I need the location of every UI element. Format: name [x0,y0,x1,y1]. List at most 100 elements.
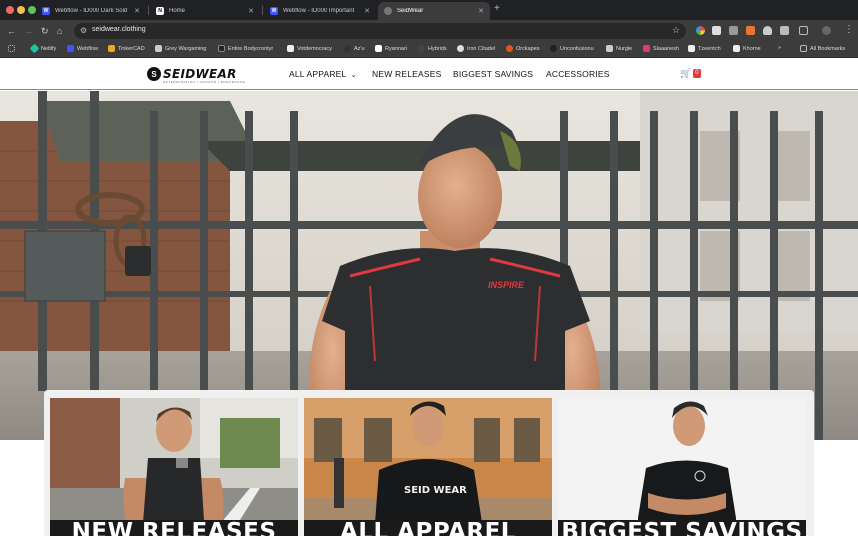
folder-icon [800,45,807,52]
bookmark-icon [606,45,613,52]
nav-biggest-savings[interactable]: BIGGEST SAVINGS [453,69,533,79]
webflow-icon [67,45,74,52]
hero-image: INSPIRE [0,91,858,440]
nav-new-releases[interactable]: NEW RELEASES [372,69,441,79]
webflow-icon: W [42,7,50,15]
bookmark-item[interactable]: Grey Wargaming [155,45,206,52]
extension-icon[interactable] [696,26,705,35]
category-card-all-apparel[interactable]: SEID WEAR ALL APPAREL [304,398,552,536]
back-arrow-icon[interactable]: ← [7,25,16,37]
extension-icon[interactable] [763,26,772,35]
address-bar[interactable]: ⚙ seidwear.clothing ☆ [74,23,686,39]
browser-tab-strip: W Webflow - ID000 Dark Sold ✕ N Home ✕ W… [0,0,858,20]
tinkercad-icon [108,45,115,52]
webflow-icon: W [270,7,278,15]
notion-icon: N [156,7,164,15]
bookmark-icon [287,45,294,52]
bookmark-item[interactable]: Unconfusionu [550,45,594,52]
site-settings-icon[interactable]: ⚙ [80,26,87,35]
bookmark-icon [418,45,425,52]
all-apparel-card-image: SEID WEAR [304,398,552,536]
logo-mark-icon: S [147,67,161,81]
bookmark-item[interactable]: Az'u [344,45,365,52]
hoodie-print-text: SEID WEAR [404,485,467,496]
tab-close-icon[interactable]: ✕ [134,7,140,15]
profile-icon[interactable] [822,26,831,35]
browser-tab[interactable]: W Webflow - ID000 Important ✕ [264,2,376,20]
tab-title: Home [169,8,186,14]
tab-title: Webflow - ID000 Important [283,8,355,14]
logo-tagline: DETERMINATION | HONOUR | ENDURANCE [163,80,246,84]
tab-title: SeidWear [397,8,424,14]
extension-icon[interactable] [746,26,755,35]
netlify-icon [29,43,40,54]
bookmark-item[interactable]: Entire Bodycrontyr [218,45,273,52]
forward-arrow-icon[interactable]: → [24,25,33,37]
bookmark-icon [218,45,225,52]
bookmark-icon [344,45,351,52]
bookmark-item[interactable]: Ryannari [375,45,407,52]
cart-button[interactable]: 🛒 0 [680,68,701,79]
bookmark-icon [375,45,382,52]
window-maximize-button[interactable] [28,6,36,14]
window-close-button[interactable] [6,6,14,14]
bookmark-item[interactable]: Votdemocracy [287,45,332,52]
bookmark-icon [550,45,557,52]
category-card-new-releases[interactable]: NEW RELEASES [50,398,298,536]
bookmark-icon [506,45,513,52]
logo-wordmark: SEIDWEAR [163,67,237,81]
bookmark-icon [155,45,162,52]
bookmark-icon [643,45,650,52]
bookmark-item[interactable]: Nurgle [606,45,632,52]
category-card-label: BIGGEST SAVINGS [558,520,806,536]
bookmark-item[interactable]: Netlify [29,43,56,54]
bookmarks-overflow-chevron-icon[interactable]: » [778,45,781,51]
biggest-savings-card-image [558,398,806,536]
browser-toolbar: ← → ↻ ⌂ ⚙ seidwear.clothing ☆ ⋮ [0,20,858,42]
extension-icon[interactable] [729,26,738,35]
bookmark-icon [457,45,464,52]
bookmark-item[interactable]: Tzeentch [688,45,721,52]
globe-icon [384,7,392,15]
bookmark-item[interactable]: Khorne [733,45,761,52]
new-releases-card-image [50,398,298,536]
bookmark-icon [733,45,740,52]
chevron-down-icon: ⌄ [350,72,357,79]
browser-tab[interactable]: W Webflow - ID000 Dark Sold ✕ [36,2,146,20]
bookmark-item[interactable]: Hybrids [418,45,447,52]
puzzle-icon[interactable] [799,26,808,35]
url-text: seidwear.clothing [92,26,146,33]
browser-tab-active[interactable]: SeidWear ✕ [378,2,490,20]
tab-title: Webflow - ID000 Dark Sold [55,8,128,14]
hero-scene: INSPIRE [0,91,858,440]
cart-count-badge: 0 [693,69,701,78]
tab-close-icon[interactable]: ✕ [248,7,254,15]
bookmark-item[interactable]: Webflow [67,45,98,52]
bookmark-icon [688,45,695,52]
apps-grid-icon[interactable] [8,45,18,52]
bookmark-item[interactable]: Iron Citadel [457,45,495,52]
bookmark-item[interactable]: Slaaanesh [643,45,679,52]
nav-all-apparel[interactable]: ALL APPAREL ⌄ [289,69,357,79]
nav-accessories[interactable]: ACCESSORIES [546,69,610,79]
bookmark-star-icon[interactable]: ☆ [672,25,680,36]
category-card-label: ALL APPAREL [304,520,552,536]
browser-menu-icon[interactable]: ⋮ [844,24,854,35]
bookmark-item[interactable]: TinkerCAD [108,45,145,52]
new-tab-button[interactable]: + [494,3,500,14]
home-icon[interactable]: ⌂ [57,25,62,37]
category-card-biggest-savings[interactable]: BIGGEST SAVINGS [558,398,806,536]
site-logo[interactable]: S SEIDWEAR DETERMINATION | HONOUR | ENDU… [147,67,245,84]
all-bookmarks-folder[interactable]: All Bookmarks [800,45,845,52]
bookmark-item[interactable]: Orckapes [506,45,540,52]
hero-shirt-logo: INSPIRE [488,280,525,290]
extension-icon[interactable] [780,26,789,35]
reload-icon[interactable]: ↻ [41,25,49,37]
window-minimize-button[interactable] [17,6,25,14]
tab-close-icon[interactable]: ✕ [478,7,484,15]
category-card-label: NEW RELEASES [50,520,298,536]
extension-icon[interactable] [712,26,721,35]
tab-close-icon[interactable]: ✕ [364,7,370,15]
browser-tab[interactable]: N Home ✕ [150,2,260,20]
cart-icon: 🛒 [680,68,692,78]
